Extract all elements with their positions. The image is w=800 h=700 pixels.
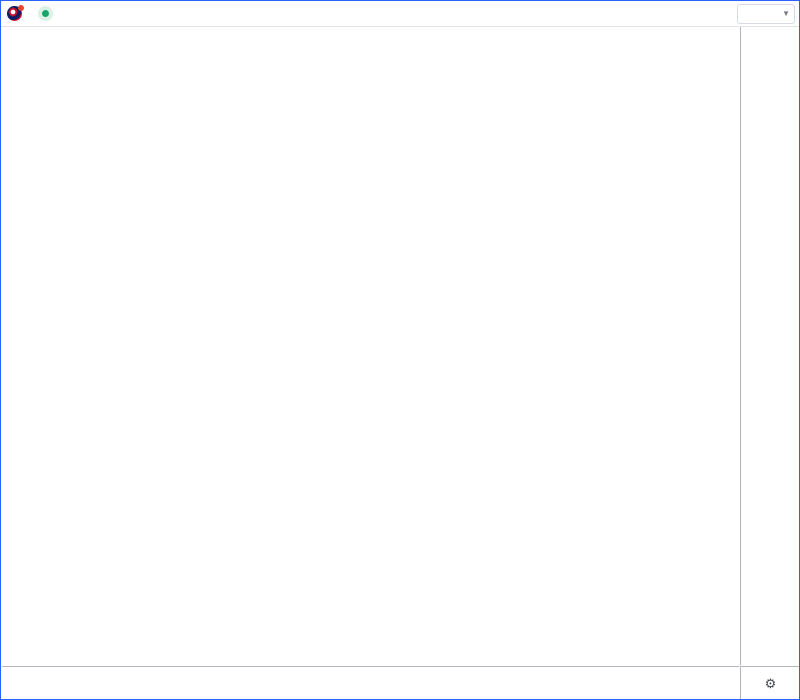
price-axis[interactable] (740, 27, 799, 665)
chevron-down-icon: ▼ (782, 9, 790, 18)
chart-svg (2, 27, 739, 665)
uk-flag-icon (7, 5, 24, 21)
gear-icon: ⚙ (764, 675, 777, 691)
chart-settings-button[interactable]: ⚙ (740, 666, 799, 699)
chart-header (1, 1, 799, 27)
chart-app: ▼ ⚙ (0, 0, 800, 700)
currency-select[interactable]: ▼ (737, 4, 795, 24)
time-axis[interactable] (2, 666, 739, 699)
chart-plot-area[interactable] (2, 27, 739, 665)
market-open-dot-icon (38, 6, 53, 21)
